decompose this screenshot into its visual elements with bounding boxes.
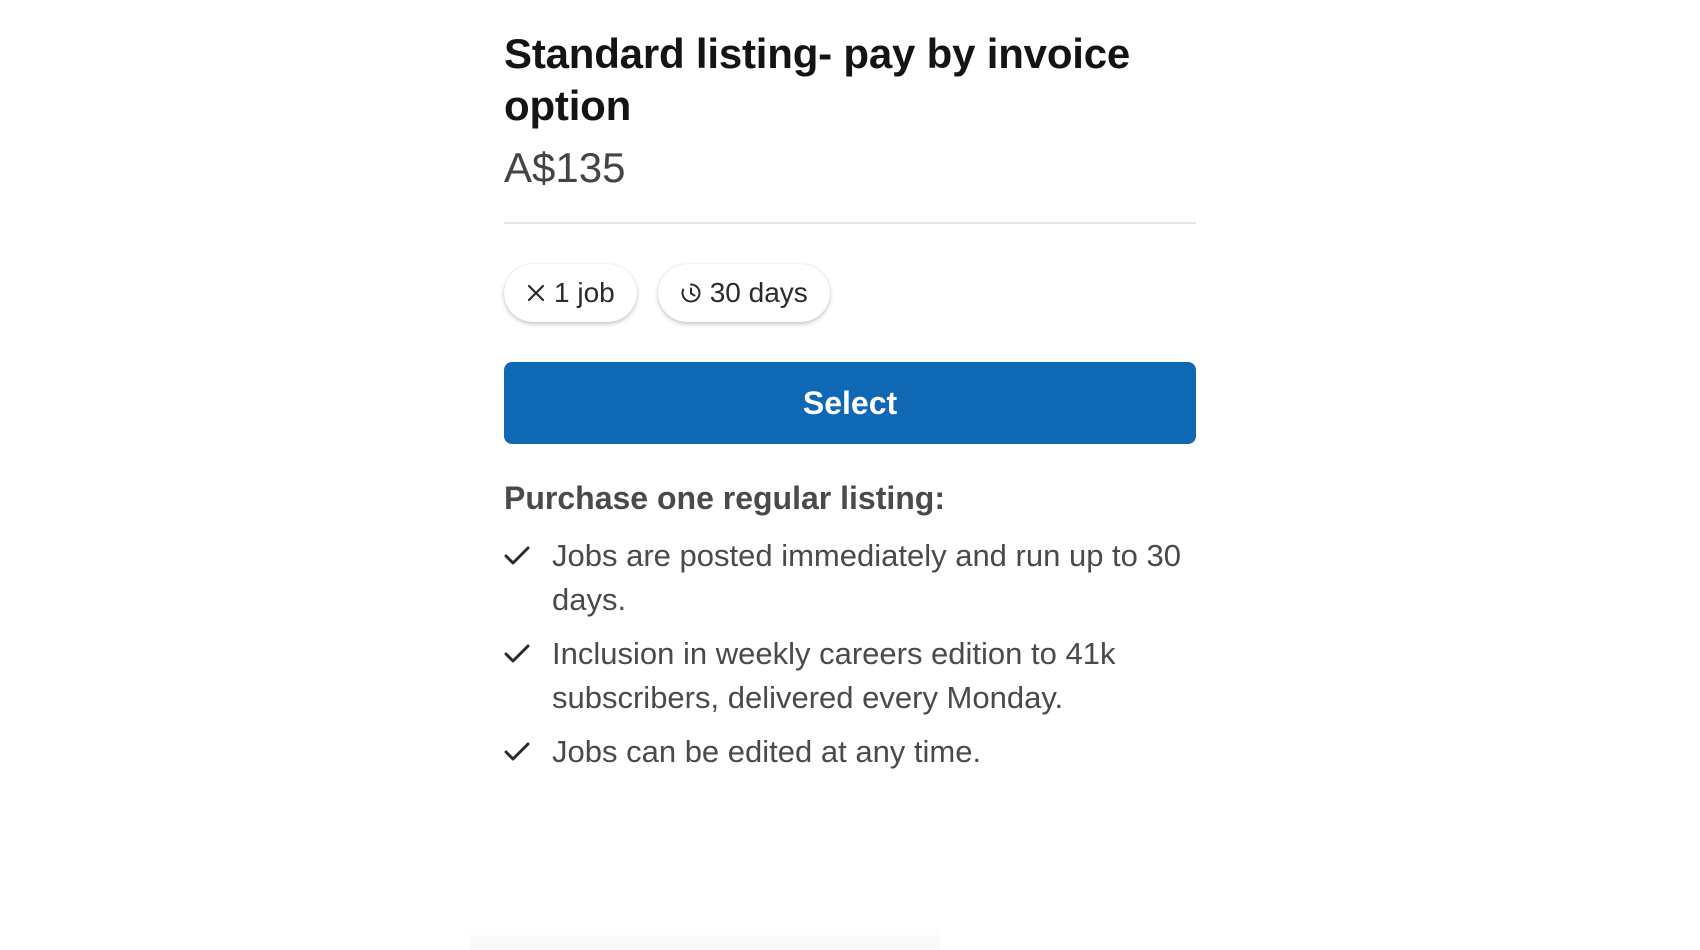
chip-job-count-label: 1 job [554, 277, 615, 308]
list-item: Inclusion in weekly careers edition to 4… [504, 632, 1196, 720]
listing-price: A$135 [504, 144, 626, 191]
feature-text: Jobs are posted immediately and run up t… [552, 538, 1181, 617]
close-icon [526, 283, 546, 303]
chip-job-count: 1 job [504, 264, 637, 322]
feature-text: Inclusion in weekly careers edition to 4… [552, 636, 1116, 715]
feature-list: Jobs are posted immediately and run up t… [504, 534, 1196, 774]
select-button[interactable]: Select [504, 362, 1196, 444]
check-icon [504, 534, 552, 578]
feature-text: Jobs can be edited at any time. [552, 734, 982, 769]
clock-icon [680, 282, 702, 304]
chip-duration: 30 days [657, 264, 830, 322]
chip-duration-label: 30 days [709, 277, 808, 308]
check-icon [504, 632, 552, 676]
listing-title: Standard listing- pay by invoice option [504, 30, 1131, 129]
purchase-heading: Purchase one regular listing: [504, 480, 945, 516]
list-item: Jobs are posted immediately and run up t… [504, 534, 1196, 622]
list-item: Jobs can be edited at any time. [504, 730, 1196, 774]
listing-card: Standard listing- pay by invoice option … [504, 28, 1196, 784]
divider [504, 222, 1196, 224]
listing-chips: 1 job 30 days [504, 264, 1196, 322]
next-card-edge [470, 925, 940, 950]
check-icon [504, 730, 552, 774]
